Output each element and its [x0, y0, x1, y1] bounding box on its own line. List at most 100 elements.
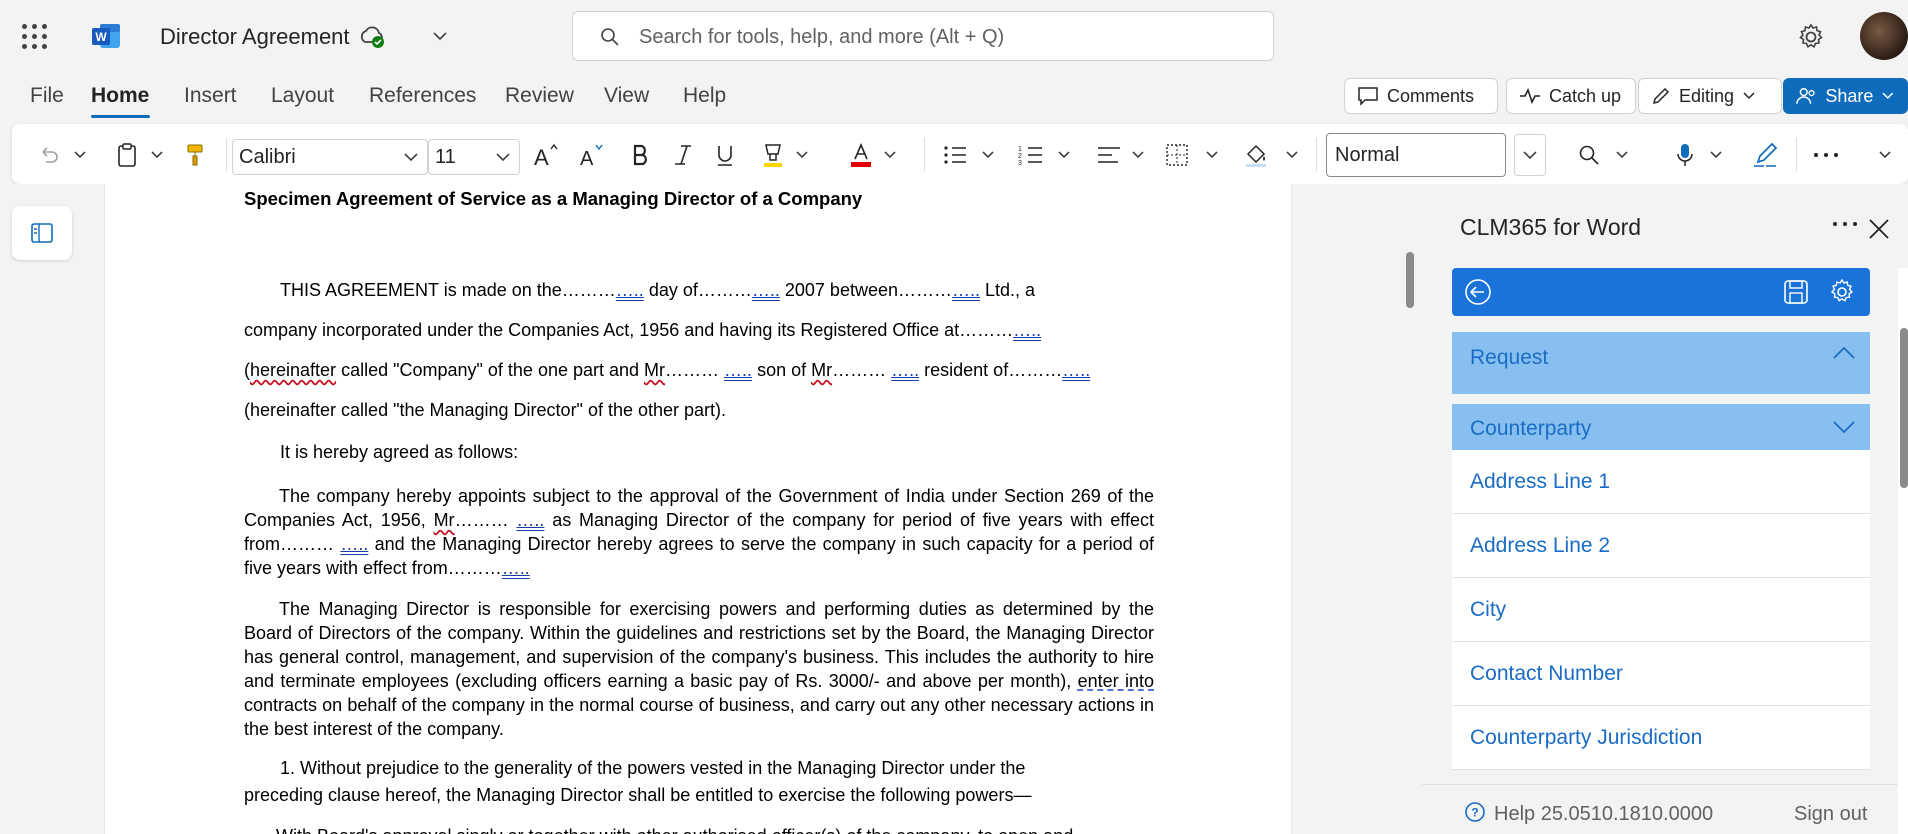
tab-review[interactable]: Review — [505, 84, 574, 108]
find-dropdown[interactable] — [1612, 140, 1632, 170]
undo-dropdown[interactable] — [70, 140, 90, 170]
grammar-flag[interactable]: enter into — [1078, 671, 1154, 691]
blank-field: ….. — [615, 280, 644, 300]
separator — [1316, 138, 1317, 172]
shading-dropdown[interactable] — [1282, 140, 1302, 170]
help-icon[interactable]: ? — [1464, 801, 1486, 823]
sign-out-link[interactable]: Sign out — [1794, 803, 1867, 826]
document-scrollbar-thumb[interactable] — [1406, 252, 1414, 308]
highlight-button[interactable] — [758, 140, 788, 170]
navigation-pane-button[interactable] — [12, 206, 72, 260]
back-arrow-icon[interactable] — [1464, 278, 1492, 306]
paste-dropdown[interactable] — [147, 140, 167, 170]
svg-text:1: 1 — [1018, 146, 1022, 153]
paragraph-8: 1. Without prejudice to the generality o… — [280, 758, 1026, 778]
find-button[interactable] — [1574, 140, 1604, 170]
spelling-flag[interactable]: Mr — [811, 360, 832, 380]
section-counterparty[interactable]: Counterparty — [1452, 404, 1870, 450]
pencil-icon — [1652, 87, 1670, 105]
tab-references[interactable]: References — [369, 84, 476, 108]
underline-button[interactable] — [710, 140, 740, 170]
chevron-up-icon — [1833, 346, 1855, 359]
app-launcher-icon[interactable] — [22, 24, 48, 50]
catch-up-label: Catch up — [1549, 85, 1622, 106]
borders-button[interactable] — [1162, 140, 1192, 170]
comments-button[interactable]: Comments — [1344, 78, 1498, 114]
chevron-down-icon — [796, 151, 808, 159]
numbering-button[interactable]: 123 — [1016, 140, 1046, 170]
more-options-button[interactable] — [1810, 140, 1842, 170]
spelling-flag[interactable]: hereinafter — [250, 360, 336, 380]
font-color-button[interactable] — [846, 140, 876, 170]
font-size-select[interactable]: 11 — [428, 139, 520, 175]
styles-expand-button[interactable] — [1514, 134, 1546, 176]
tab-help[interactable]: Help — [683, 84, 726, 108]
field-counterparty-jurisdiction[interactable]: Counterparty Jurisdiction — [1452, 706, 1870, 770]
ribbon-collapse-button[interactable] — [1874, 140, 1896, 170]
close-icon[interactable] — [1866, 216, 1892, 242]
italic-button[interactable] — [668, 140, 698, 170]
grow-font-button[interactable]: A — [530, 140, 564, 170]
blank-field: ….. — [952, 280, 981, 300]
paste-button[interactable] — [112, 140, 142, 170]
share-button[interactable]: Share — [1783, 78, 1908, 114]
catch-up-button[interactable]: Catch up — [1506, 78, 1636, 114]
shading-button[interactable] — [1242, 140, 1272, 170]
chevron-down-icon — [982, 151, 994, 159]
align-dropdown[interactable] — [1128, 140, 1148, 170]
styles-gallery[interactable]: Normal — [1326, 133, 1506, 177]
format-painter-button[interactable] — [180, 140, 210, 170]
tab-file[interactable]: File — [30, 84, 64, 108]
spelling-flag[interactable]: Mr — [644, 360, 665, 380]
help-version-text[interactable]: Help 25.0510.1810.0000 — [1494, 803, 1713, 826]
search-box[interactable]: Search for tools, help, and more (Alt + … — [572, 11, 1274, 61]
svg-text:3: 3 — [1018, 160, 1022, 167]
user-avatar[interactable] — [1860, 12, 1908, 60]
settings-gear-icon[interactable] — [1796, 22, 1826, 52]
separator — [1796, 138, 1797, 172]
tab-home[interactable]: Home — [91, 84, 149, 108]
spelling-flag[interactable]: Mr — [434, 510, 455, 530]
search-placeholder: Search for tools, help, and more (Alt + … — [639, 26, 1005, 48]
pane-content: Request Counterparty Address Line 1 Addr… — [1422, 268, 1898, 828]
settings-gear-icon[interactable] — [1828, 278, 1856, 306]
bold-button[interactable] — [626, 140, 656, 170]
dictate-button[interactable] — [1670, 140, 1700, 170]
undo-button[interactable] — [34, 140, 64, 170]
borders-dropdown[interactable] — [1202, 140, 1222, 170]
dictate-dropdown[interactable] — [1706, 140, 1726, 170]
save-icon[interactable] — [1782, 278, 1810, 306]
bullets-dropdown[interactable] — [978, 140, 998, 170]
more-icon[interactable] — [1830, 216, 1860, 232]
tab-view[interactable]: View — [604, 84, 649, 108]
numbering-dropdown[interactable] — [1054, 140, 1074, 170]
tab-insert[interactable]: Insert — [184, 84, 237, 108]
document-scroll-area — [1292, 184, 1422, 834]
field-address-line-1[interactable]: Address Line 1 — [1452, 450, 1870, 514]
tab-layout[interactable]: Layout — [271, 84, 334, 108]
font-name-select[interactable]: Calibri — [232, 139, 428, 175]
shrink-font-button[interactable]: A — [576, 140, 610, 170]
pane-scrollbar-thumb[interactable] — [1900, 328, 1908, 488]
align-button[interactable] — [1094, 140, 1124, 170]
highlight-dropdown[interactable] — [792, 140, 812, 170]
section-request[interactable]: Request — [1452, 332, 1870, 394]
field-contact-number[interactable]: Contact Number — [1452, 642, 1870, 706]
chevron-down-icon — [1132, 151, 1144, 159]
font-color-dropdown[interactable] — [880, 140, 900, 170]
document-title[interactable]: Director Agreement — [160, 24, 350, 50]
editing-mode-button[interactable]: Editing — [1638, 78, 1782, 114]
left-pane — [0, 184, 104, 834]
text-run: THIS AGREEMENT is made on the……… — [280, 280, 616, 300]
cloud-saved-icon[interactable] — [358, 24, 386, 50]
field-address-line-2[interactable]: Address Line 2 — [1452, 514, 1870, 578]
editor-pen-icon — [1754, 142, 1778, 167]
document-page[interactable]: Specimen Agreement of Service as a Manag… — [104, 184, 1292, 834]
bullets-button[interactable] — [940, 140, 970, 170]
paragraph-1: THIS AGREEMENT is made on the………….. day … — [280, 278, 1160, 302]
editor-button[interactable] — [1750, 140, 1782, 170]
chevron-down-icon — [1616, 151, 1628, 159]
blank-field: ….. — [724, 360, 753, 380]
field-city[interactable]: City — [1452, 578, 1870, 642]
chevron-down-icon[interactable] — [430, 26, 450, 46]
